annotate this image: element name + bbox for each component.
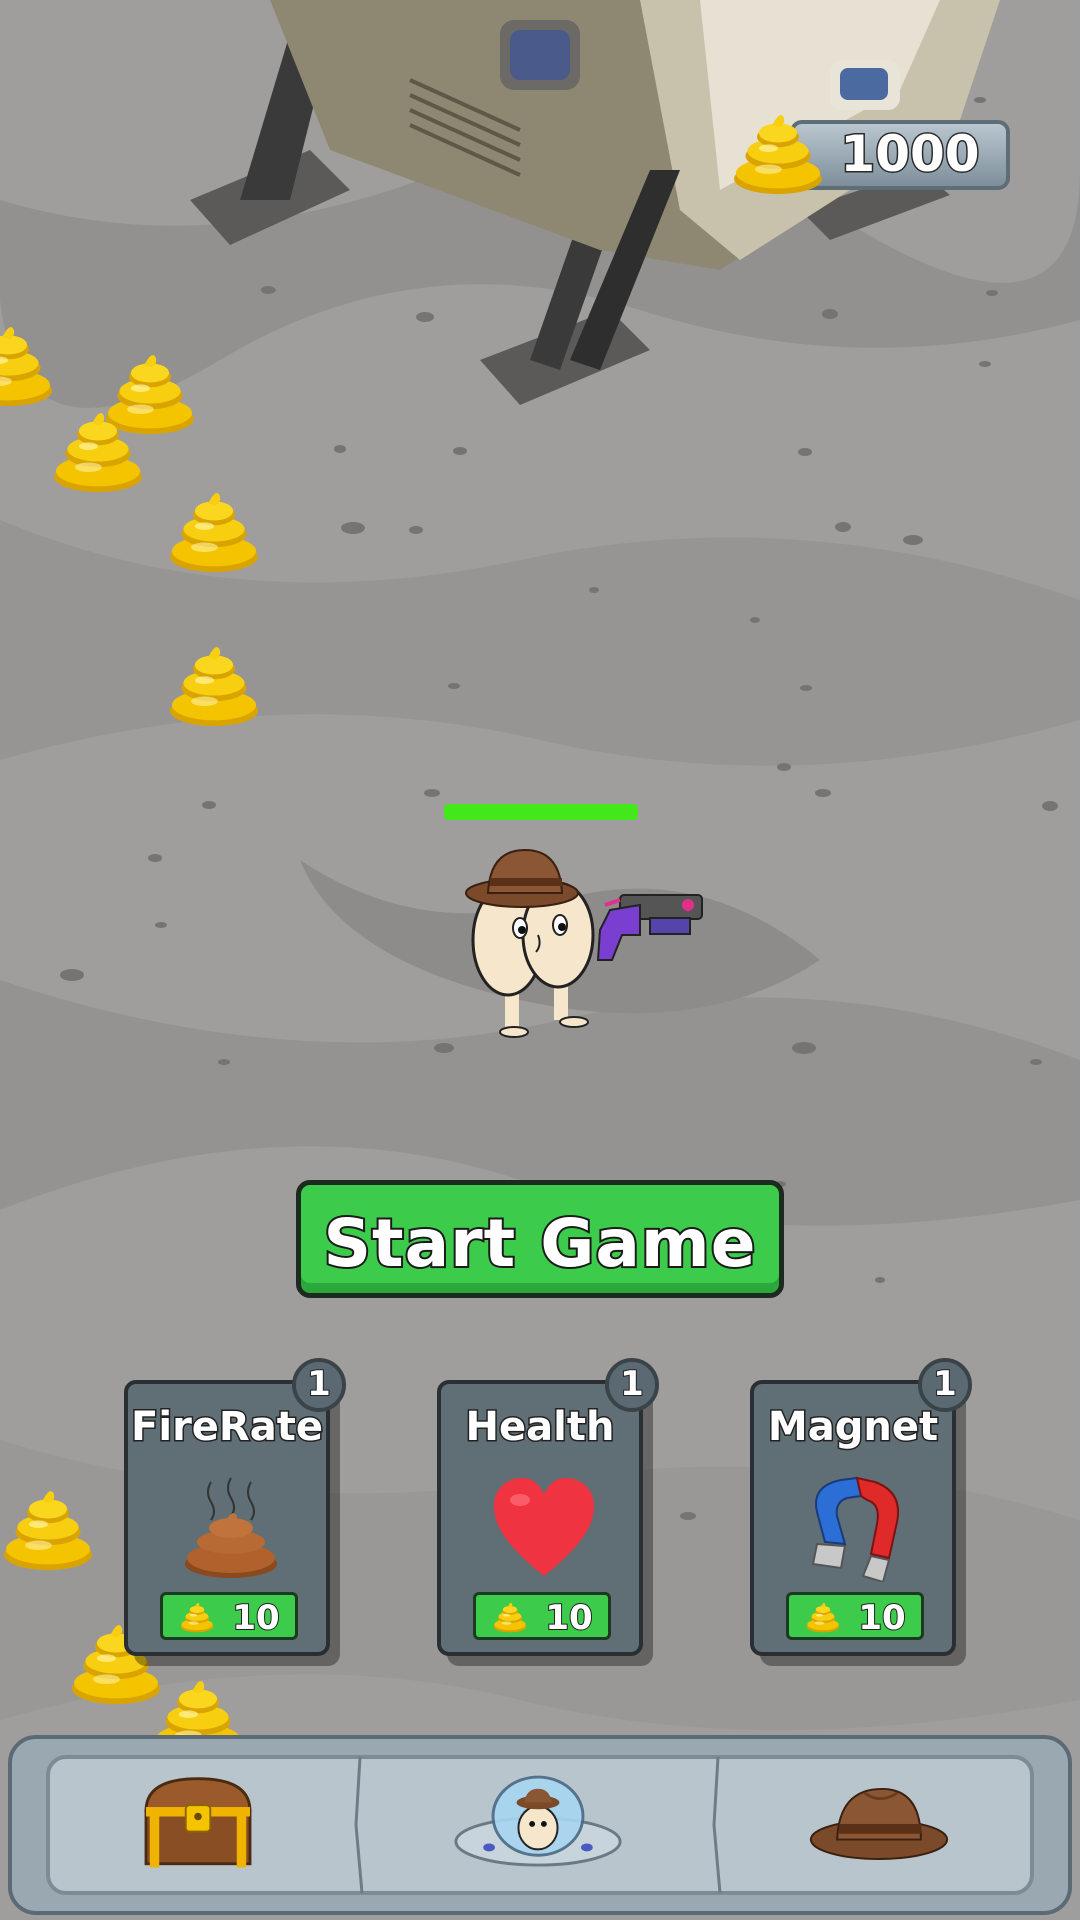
coin-counter: 1000	[720, 110, 1020, 200]
nav-ship-button[interactable]	[364, 1759, 714, 1891]
start-game-button[interactable]: Start Game	[296, 1180, 784, 1298]
magnet-icon	[811, 1476, 899, 1582]
upgrade-buy-button[interactable]: 10	[473, 1592, 611, 1640]
upgrade-title: FireRate	[130, 1403, 325, 1452]
upgrade-buy-button[interactable]: 10	[160, 1592, 298, 1640]
upgrade-level-badge: 1	[918, 1358, 972, 1412]
upgrade-buy-button[interactable]: 10	[786, 1592, 924, 1640]
nav-chest-button[interactable]	[52, 1759, 358, 1891]
poop-coin-icon	[734, 115, 822, 195]
upgrade-card-firerate[interactable]: FireRate 1 10	[124, 1358, 346, 1656]
upgrade-price: 10	[857, 1597, 906, 1639]
upgrade-title: Magnet	[766, 1403, 939, 1452]
upgrade-card-health[interactable]: Health 1 10	[437, 1358, 659, 1656]
upgrade-price: 10	[231, 1597, 280, 1639]
ufo-icon	[454, 1775, 622, 1867]
coin-count: 1000	[839, 124, 981, 185]
upgrade-level-badge: 1	[605, 1358, 659, 1412]
upgrade-title: Health	[464, 1403, 616, 1452]
poop-coin-icon	[493, 1602, 527, 1633]
upgrade-price: 10	[544, 1597, 593, 1639]
treasure-chest-icon	[144, 1777, 252, 1868]
upgrade-level-badge: 1	[292, 1358, 346, 1412]
poop-coin-icon	[180, 1602, 214, 1633]
upgrade-card-magnet[interactable]: Magnet 1 10	[750, 1358, 972, 1656]
nav-hat-button[interactable]	[720, 1759, 1030, 1891]
poop-coin-icon	[806, 1602, 840, 1633]
hat-icon	[809, 1787, 949, 1860]
player-health-bar	[444, 804, 638, 820]
bottom-nav	[8, 1735, 1072, 1915]
start-game-label: Start Game	[322, 1205, 758, 1282]
heart-icon	[494, 1478, 594, 1576]
poop-icon	[185, 1477, 277, 1578]
